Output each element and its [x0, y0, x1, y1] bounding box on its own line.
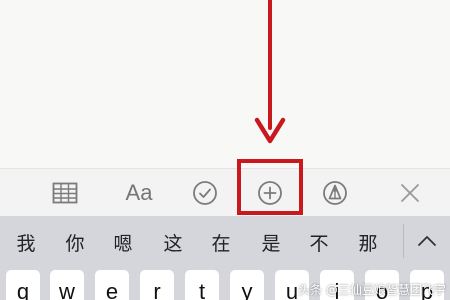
candidate-word[interactable]: 在	[206, 229, 236, 256]
candidate-bar: 我 你 嗯 这 在 是 不 那	[0, 216, 450, 266]
candidate-word[interactable]: 嗯	[108, 229, 138, 256]
close-icon	[401, 184, 419, 202]
notes-toolbar: Aa	[0, 168, 450, 216]
candidate-word[interactable]: 是	[256, 229, 286, 256]
table-icon	[52, 182, 78, 204]
key-w[interactable]: w	[50, 270, 84, 300]
pen-circle-icon	[323, 181, 347, 205]
chevron-up-icon	[418, 236, 436, 246]
text-format-button[interactable]: Aa	[117, 169, 161, 217]
candidate-word[interactable]: 你	[60, 229, 90, 256]
key-q[interactable]: q	[6, 270, 40, 300]
watermark-text: 头条 @三仙豆娘智慧团飞宇	[298, 283, 446, 297]
table-button[interactable]	[45, 169, 85, 217]
candidate-word[interactable]: 不	[304, 229, 334, 256]
close-toolbar-button[interactable]	[390, 169, 430, 217]
key-t[interactable]: t	[185, 270, 219, 300]
key-y[interactable]: y	[230, 270, 264, 300]
candidate-word[interactable]: 那	[353, 229, 383, 256]
text-format-label: Aa	[125, 180, 153, 205]
key-r[interactable]: r	[140, 270, 174, 300]
key-e[interactable]: e	[95, 270, 129, 300]
candidate-word[interactable]: 我	[11, 229, 41, 256]
checkmark-circle-icon	[193, 181, 217, 205]
checklist-button[interactable]	[185, 169, 225, 217]
markup-button[interactable]	[315, 169, 355, 217]
annotation-arrow	[254, 0, 286, 144]
annotation-highlight-box	[237, 159, 303, 215]
expand-candidates-button[interactable]	[404, 216, 450, 266]
candidate-word[interactable]: 这	[158, 229, 188, 256]
